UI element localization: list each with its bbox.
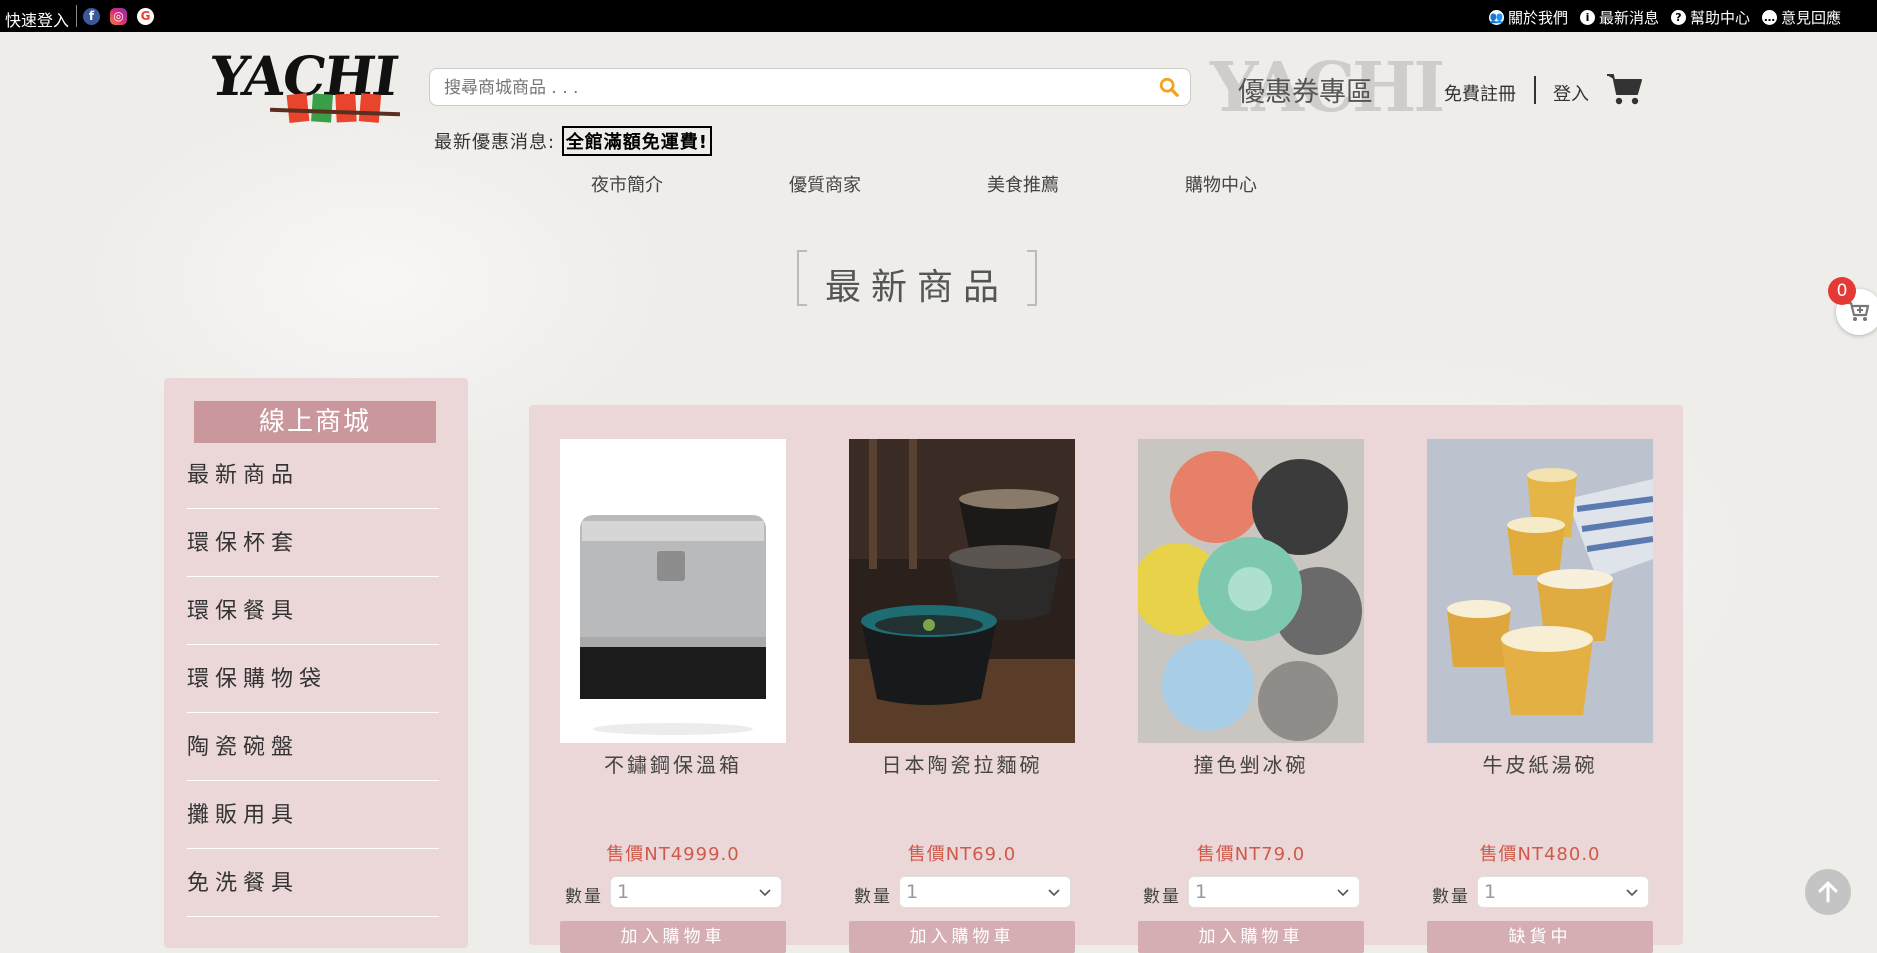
nav-shopping-center[interactable]: 購物中心 (1185, 171, 1257, 197)
quantity-select[interactable]: 1 (1477, 876, 1649, 908)
feedback-link[interactable]: … 意見回應 (1761, 7, 1841, 28)
add-to-cart-button[interactable]: 加入購物車 (560, 921, 786, 953)
facebook-icon[interactable]: f (83, 8, 100, 25)
chevron-down-icon (1337, 889, 1349, 897)
sidebar-item-disposable[interactable]: 免洗餐具 (187, 851, 439, 917)
section-title: 最新商品 (797, 250, 1037, 308)
users-icon: 👥 (1488, 10, 1504, 25)
search-input[interactable] (442, 77, 1146, 99)
quantity-select[interactable]: 1 (899, 876, 1071, 908)
product-name[interactable]: 日本陶瓷拉麵碗 (849, 749, 1075, 778)
google-icon[interactable]: G (137, 8, 154, 25)
quick-login-label: 快速登入 (5, 11, 70, 30)
out-of-stock-button[interactable]: 缺貨中 (1427, 921, 1653, 953)
product-image[interactable] (1427, 439, 1653, 743)
quantity-label: 數量 (1143, 887, 1181, 907)
product-card: 撞色剉冰碗 售價NT79.0 數量 1 加入購物車 (1138, 439, 1364, 953)
sidebar-item-eco-bags[interactable]: 環保購物袋 (187, 647, 439, 713)
product-name[interactable]: 牛皮紙湯碗 (1427, 749, 1653, 778)
quantity-label: 數量 (565, 887, 603, 907)
nav-night-market-intro[interactable]: 夜市簡介 (591, 171, 663, 197)
product-image[interactable] (560, 439, 786, 743)
quantity-label: 數量 (1432, 887, 1470, 907)
sidebar-item-latest[interactable]: 最新商品 (187, 443, 439, 509)
divider (1534, 76, 1536, 104)
about-us-link[interactable]: 👥 關於我們 (1488, 7, 1568, 28)
comment-icon: … (1761, 10, 1777, 25)
product-card: 不鏽鋼保溫箱 售價NT4999.0 數量 1 加入購物車 (560, 439, 786, 953)
sidebar-item-ceramics[interactable]: 陶瓷碗盤 (187, 715, 439, 781)
product-price: 售價NT4999.0 (606, 844, 740, 865)
quantity-label: 數量 (854, 887, 892, 907)
help-icon: ? (1670, 10, 1686, 25)
sidebar-title: 線上商城 (194, 401, 436, 443)
product-price: 售價NT480.0 (1479, 844, 1601, 865)
instagram-icon[interactable]: ◎ (110, 8, 127, 25)
search-bar[interactable] (429, 68, 1191, 106)
chevron-down-icon (1626, 889, 1638, 897)
add-to-cart-button[interactable]: 加入購物車 (1138, 921, 1364, 953)
promo-bar: 最新優惠消息: 全館滿額免運費! (434, 126, 713, 156)
product-card: 牛皮紙湯碗 售價NT480.0 數量 1 缺貨中 (1427, 439, 1653, 953)
register-link[interactable]: 免費註冊 (1444, 80, 1516, 106)
product-price: 售價NT69.0 (907, 844, 1017, 865)
cart-icon[interactable] (1606, 72, 1644, 106)
quantity-select[interactable]: 1 (610, 876, 782, 908)
nav-food-recommend[interactable]: 美食推薦 (987, 171, 1059, 197)
top-bar: 快速登入 f ◎ G 👥 關於我們 i 最新消息 ? 幫助中心 … 意見回應 (0, 0, 1877, 32)
chevron-down-icon (1048, 889, 1060, 897)
cart-count-badge: 0 (1828, 277, 1856, 305)
arrow-up-icon (1818, 881, 1838, 903)
sidebar-item-cup-sleeves[interactable]: 環保杯套 (187, 511, 439, 577)
back-to-top-button[interactable] (1805, 869, 1851, 915)
site-logo[interactable]: YACHI (206, 42, 402, 128)
search-icon[interactable] (1158, 76, 1180, 98)
divider (76, 5, 77, 27)
product-name[interactable]: 撞色剉冰碗 (1138, 749, 1364, 778)
product-card: 日本陶瓷拉麵碗 售價NT69.0 數量 1 加入購物車 (849, 439, 1075, 953)
sidebar-item-vendor-tools[interactable]: 攤販用具 (187, 783, 439, 849)
cart-add-icon (1847, 301, 1870, 321)
chevron-down-icon (759, 889, 771, 897)
add-to-cart-button[interactable]: 加入購物車 (849, 921, 1075, 953)
news-link[interactable]: i 最新消息 (1579, 7, 1659, 28)
promo-link[interactable]: 全館滿額免運費! (561, 126, 713, 156)
product-grid: 不鏽鋼保溫箱 售價NT4999.0 數量 1 加入購物車 日本陶瓷拉麵碗 售價N… (529, 405, 1683, 953)
product-name[interactable]: 不鏽鋼保溫箱 (560, 749, 786, 778)
help-center-link[interactable]: ? 幫助中心 (1670, 7, 1750, 28)
coupon-zone-link[interactable]: YACHI 優惠券專區 (1210, 48, 1445, 134)
product-price: 售價NT79.0 (1196, 844, 1306, 865)
product-image[interactable] (849, 439, 1075, 743)
info-icon: i (1579, 10, 1595, 25)
quantity-select[interactable]: 1 (1188, 876, 1360, 908)
nav-quality-merchants[interactable]: 優質商家 (789, 171, 861, 197)
login-link[interactable]: 登入 (1553, 80, 1589, 106)
sidebar-item-eco-tableware[interactable]: 環保餐具 (187, 579, 439, 645)
category-sidebar: 線上商城 最新商品 環保杯套 環保餐具 環保購物袋 陶瓷碗盤 攤販用具 免洗餐具 (164, 378, 468, 948)
product-image[interactable] (1138, 439, 1364, 743)
